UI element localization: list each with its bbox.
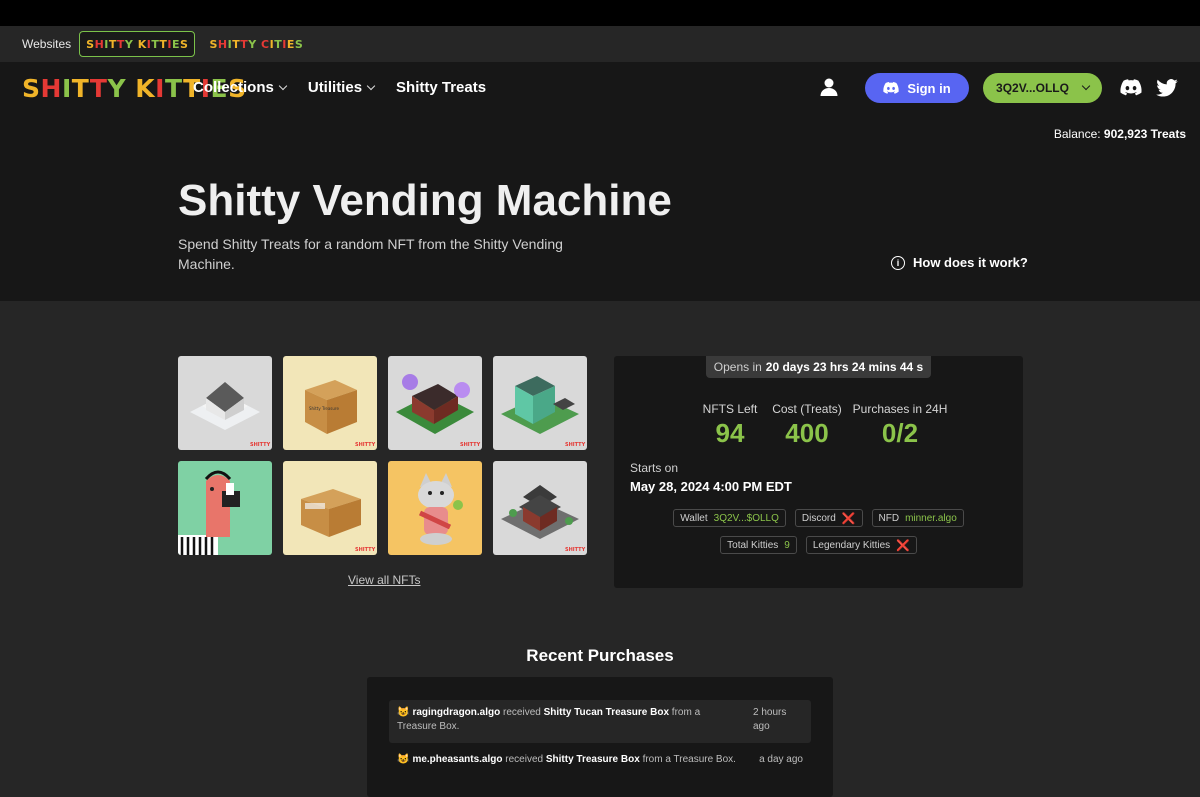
- purchase-verb: received: [503, 707, 541, 718]
- nft-tile[interactable]: SHITTY CITIES: [493, 356, 587, 450]
- nav-collections-label: Collections: [193, 79, 274, 96]
- nav-collections[interactable]: Collections: [193, 79, 288, 96]
- how-does-it-work-label: How does it work?: [913, 255, 1028, 270]
- wallet-button[interactable]: 3Q2V...OLLQ: [983, 73, 1102, 103]
- purchase-time: a day ago: [759, 754, 803, 765]
- how-does-it-work-link[interactable]: i How does it work?: [891, 255, 1028, 270]
- recent-purchases-title: Recent Purchases: [526, 646, 674, 665]
- page-description: Spend Shitty Treats for a random NFT fro…: [178, 236, 563, 272]
- stat-value: 94: [715, 418, 745, 448]
- countdown-banner: Opens in 20 days 23 hrs 24 mins 44 s: [706, 356, 931, 378]
- nft-tile[interactable]: Shitty Treasure SHITTY CITIES: [283, 356, 377, 450]
- cat-emoji-icon: 😺: [397, 707, 410, 718]
- purchase-verb: received: [505, 754, 544, 765]
- badge-label: Legendary Kitties: [812, 539, 891, 551]
- stat-label: NFTS Left: [702, 402, 758, 416]
- stats-row: NFTS Left 94 Cost (Treats) 400 Purchases…: [696, 402, 950, 449]
- nft-tile[interactable]: [178, 461, 272, 555]
- purchase-item: Shitty Treasure Box: [545, 754, 640, 765]
- stat-label: Purchases in 24H: [852, 402, 948, 416]
- badge-label: Discord: [801, 512, 836, 524]
- starts-label: Starts on: [630, 461, 679, 475]
- recent-purchases-list: 😺 ragingdragon.algo received Shitty Tucan…: [367, 677, 833, 797]
- stat-cost: Cost (Treats) 400: [764, 402, 850, 449]
- vending-panel: Opens in 20 days 23 hrs 24 mins 44 s NFT…: [614, 356, 1023, 588]
- badge-label: Total Kitties: [727, 539, 779, 551]
- balance-display: Balance: 902,923 Treats: [1054, 127, 1186, 141]
- balance-value: 902,923 Treats: [1103, 127, 1186, 141]
- svg-text:SHITTY CITIES: SHITTY CITIES: [460, 442, 482, 448]
- fail-icon: ❌: [841, 512, 856, 525]
- svg-text:Shitty Treasure: Shitty Treasure: [309, 406, 339, 411]
- purchase-item: Shitty Tucan Treasure Box: [543, 707, 670, 718]
- stat-nfts-left: NFTS Left 94: [696, 402, 764, 449]
- badge-label: Wallet: [680, 512, 708, 524]
- list-item: 😺 me.pheasants.algo received Shitty Treas…: [389, 748, 811, 770]
- starts-date: May 28, 2024 4:00 PM EDT: [630, 479, 792, 494]
- site-link-shitty-cities[interactable]: SHITTY CITIES: [203, 31, 309, 57]
- list-item: 😺 ragingdragon.algo received Shitty Tucan…: [389, 700, 811, 743]
- svg-text:SHITTY KITTIES: SHITTY KITTIES: [355, 547, 377, 553]
- svg-text:SHITTY CITIES: SHITTY CITIES: [565, 547, 587, 553]
- nft-tile[interactable]: SHITTY CITIES: [388, 356, 482, 450]
- site-link-shitty-kitties[interactable]: SHITTY KITTIES: [79, 31, 196, 57]
- badge-wallet: Wallet 3Q2V...$OLLQ: [673, 509, 786, 527]
- svg-text:SHITTY CITIES: SHITTY CITIES: [565, 442, 587, 448]
- nav-shitty-treats-label: Shitty Treats: [396, 79, 487, 96]
- info-icon: i: [891, 255, 905, 270]
- stat-purchases-24h: Purchases in 24H 0/2: [850, 402, 950, 449]
- purchase-time: 2 hours ago: [753, 707, 787, 732]
- wallet-address-label: 3Q2V...OLLQ: [996, 81, 1069, 95]
- discord-icon: [883, 82, 899, 94]
- purchase-suffix: from a Treasure Box.: [642, 754, 736, 765]
- nav-shitty-treats[interactable]: Shitty Treats: [396, 79, 486, 96]
- purchase-user[interactable]: me.pheasants.algo: [412, 754, 502, 765]
- discord-sign-in-button[interactable]: Sign in: [865, 73, 969, 103]
- cat-emoji-icon: 😺: [397, 754, 410, 765]
- websites-label: Websites: [22, 37, 72, 51]
- view-all-nfts-link[interactable]: View all NFTs: [348, 573, 420, 587]
- badge-value: minner.algo: [905, 512, 957, 524]
- badge-legendary-kitties: Legendary Kitties ❌: [805, 536, 917, 554]
- stat-value: 0/2: [881, 418, 919, 448]
- svg-text:SHITTY CITIES: SHITTY CITIES: [250, 442, 272, 448]
- websites-bar: Websites SHITTY KITTIES SHITTY CITIES: [0, 26, 1200, 62]
- chevron-down-icon: [278, 81, 288, 90]
- fail-icon: ❌: [896, 539, 910, 552]
- svg-text:SHITTY CITIES: SHITTY CITIES: [355, 442, 377, 448]
- page-title: Shitty Vending Machine: [178, 176, 672, 225]
- discord-icon[interactable]: [1120, 79, 1142, 97]
- nft-tile[interactable]: [388, 461, 482, 555]
- stat-label: Cost (Treats): [772, 402, 842, 416]
- nft-tile[interactable]: SHITTY KITTIES: [283, 461, 377, 555]
- nft-tile[interactable]: SHITTY CITIES: [178, 356, 272, 450]
- balance-label: Balance:: [1053, 127, 1101, 141]
- countdown-value: 20 days 23 hrs 24 mins 44 s: [765, 360, 924, 374]
- chevron-down-icon: [366, 81, 376, 90]
- user-icon[interactable]: [819, 77, 841, 99]
- badge-total-kitties: Total Kitties 9: [720, 536, 797, 554]
- chevron-down-icon: [1081, 81, 1091, 91]
- badge-value: 9: [784, 539, 790, 551]
- hero-section: Balance: 902,923 Treats Shitty Vending M…: [0, 118, 1200, 301]
- os-top-bar: [0, 0, 1200, 26]
- main-nav: SHITTY KITTIES Collections Utilities Shi…: [0, 62, 1200, 118]
- nft-gallery: SHITTY CITIES Shitty Treasure SHITTY CITI…: [178, 356, 588, 555]
- countdown-prefix: Opens in: [713, 360, 762, 374]
- badge-discord: Discord ❌: [794, 509, 863, 527]
- badge-label: NFD: [878, 512, 900, 524]
- purchase-user[interactable]: ragingdragon.algo: [412, 707, 500, 718]
- nft-tile[interactable]: SHITTY CITIES: [493, 461, 587, 555]
- twitter-icon[interactable]: [1156, 79, 1178, 97]
- badge-value: 3Q2V...$OLLQ: [713, 512, 779, 524]
- sign-in-label: Sign in: [907, 80, 951, 96]
- badge-nfd: NFD minner.algo: [871, 509, 964, 527]
- nav-utilities[interactable]: Utilities: [307, 79, 376, 96]
- requirement-badges: Wallet 3Q2V...$OLLQ Discord ❌ NFD minner…: [614, 509, 1023, 554]
- nav-utilities-label: Utilities: [307, 79, 363, 96]
- stat-value: 400: [785, 418, 829, 448]
- starts-on: Starts on May 28, 2024 4:00 PM EDT: [630, 461, 792, 494]
